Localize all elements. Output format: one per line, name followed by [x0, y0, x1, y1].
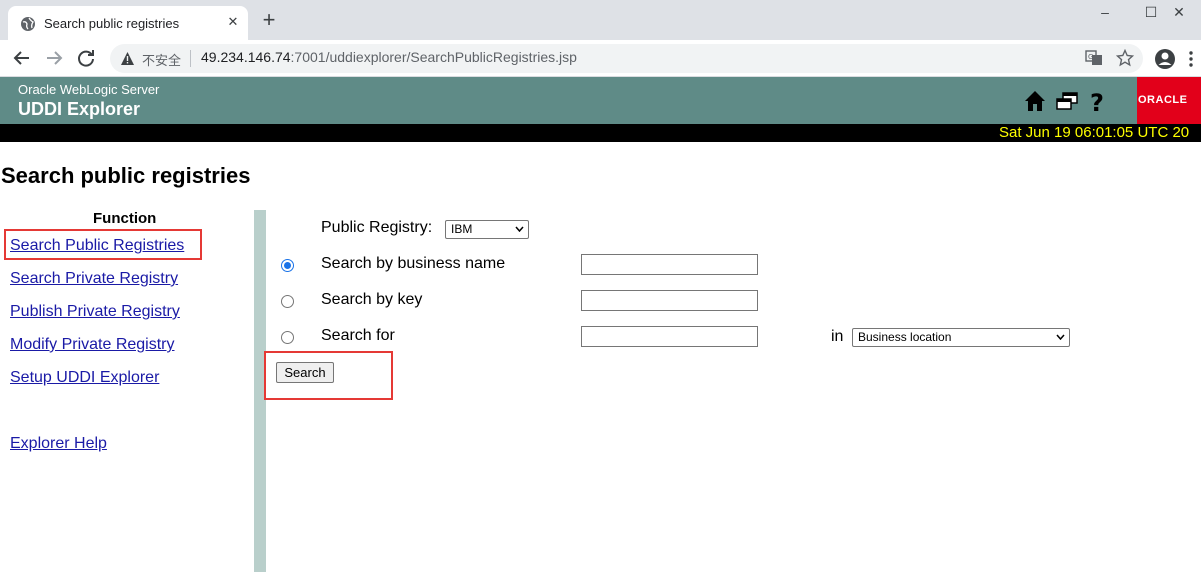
minimize-button[interactable]: – — [1082, 4, 1128, 26]
browser-toolbar: 不安全 49.234.146.74:7001/uddiexplorer/Sear… — [0, 40, 1201, 77]
link-publish-private-registry[interactable]: Publish Private Registry — [10, 303, 180, 321]
reload-icon[interactable] — [75, 47, 97, 69]
key-label: Search by key — [321, 291, 423, 308]
url-text[interactable]: 49.234.146.74:7001/uddiexplorer/SearchPu… — [201, 49, 577, 65]
oracle-logo: ORACLE — [1137, 77, 1201, 124]
highlight-box — [4, 229, 202, 260]
public-registry-label: Public Registry: — [321, 219, 433, 236]
radio-business-name[interactable] — [281, 259, 294, 272]
in-label: in — [831, 328, 844, 345]
business-name-input[interactable] — [581, 254, 758, 275]
business-name-label: Search by business name — [321, 255, 506, 272]
link-setup-uddi-explorer[interactable]: Setup UDDI Explorer — [10, 369, 159, 387]
windows-icon[interactable] — [1055, 89, 1079, 113]
location-select[interactable]: Business location — [852, 328, 1070, 347]
server-datetime: Sat Jun 19 06:01:05 UTC 20 — [999, 124, 1190, 141]
forward-icon[interactable] — [43, 47, 65, 69]
app-title: UDDI Explorer — [18, 99, 141, 119]
close-window-button[interactable]: ✕ — [1156, 4, 1201, 26]
search-for-input[interactable] — [581, 326, 758, 347]
new-tab-button[interactable]: + — [258, 9, 280, 32]
radio-search-for[interactable] — [281, 331, 294, 344]
help-icon[interactable]: ? — [1086, 89, 1110, 113]
chevron-down-icon — [515, 226, 524, 232]
oracle-logo-text: ORACLE — [1138, 94, 1188, 106]
registry-select[interactable]: IBM — [445, 220, 529, 239]
link-search-private-registry[interactable]: Search Private Registry — [10, 270, 178, 288]
warning-icon — [121, 52, 134, 65]
url-host: 49.234.146.74 — [201, 49, 291, 65]
url-path: :7001/uddiexplorer/SearchPublicRegistrie… — [290, 49, 577, 65]
svg-text:?: ? — [1090, 89, 1104, 113]
app-header: Oracle WebLogic Server UDDI Explorer ? O… — [0, 77, 1201, 124]
chevron-down-icon — [1056, 334, 1065, 340]
page-title: Search public registries — [1, 163, 251, 188]
security-status[interactable]: 不安全 — [142, 50, 181, 69]
date-bar: Sat Jun 19 06:01:05 UTC 20 — [0, 124, 1201, 142]
profile-icon[interactable] — [1154, 48, 1176, 70]
radio-key[interactable] — [281, 295, 294, 308]
translate-icon[interactable]: G — [1085, 49, 1103, 67]
highlight-box — [264, 351, 393, 400]
home-icon[interactable] — [1023, 89, 1047, 113]
link-explorer-help[interactable]: Explorer Help — [10, 435, 107, 453]
product-subtitle: Oracle WebLogic Server — [18, 82, 160, 97]
browser-tab[interactable]: Search public registries ✕ — [8, 6, 248, 40]
address-bar[interactable]: 不安全 49.234.146.74:7001/uddiexplorer/Sear… — [110, 44, 1143, 73]
link-modify-private-registry[interactable]: Modify Private Registry — [10, 336, 175, 354]
search-for-label: Search for — [321, 327, 395, 344]
close-tab-icon[interactable]: ✕ — [224, 13, 242, 31]
star-icon[interactable] — [1116, 49, 1134, 67]
registry-select-value: IBM — [451, 222, 473, 236]
browser-tab-strip: Search public registries ✕ + – ☐ ✕ — [0, 0, 1201, 40]
svg-text:G: G — [1088, 53, 1093, 61]
location-select-value: Business location — [858, 330, 952, 344]
back-icon[interactable] — [11, 47, 33, 69]
omnibox-divider — [190, 50, 191, 67]
globe-icon — [21, 17, 35, 31]
tab-title: Search public registries — [44, 16, 180, 31]
menu-icon[interactable] — [1188, 50, 1194, 68]
key-input[interactable] — [581, 290, 758, 311]
function-heading: Function — [93, 210, 157, 227]
